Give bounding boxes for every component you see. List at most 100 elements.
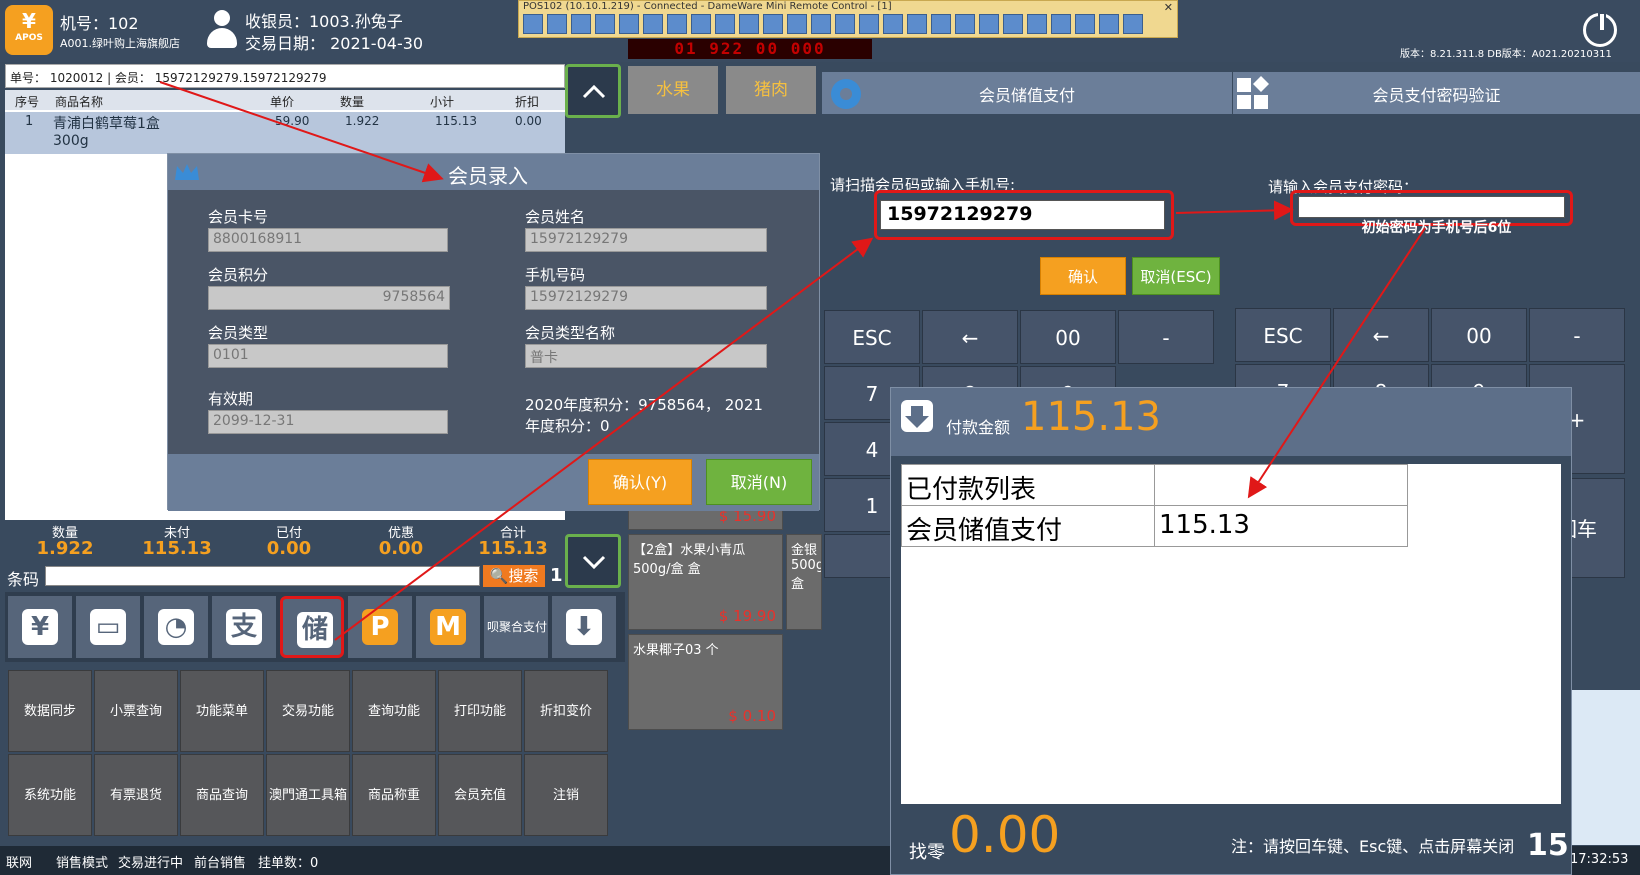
- key-00[interactable]: 00: [1431, 308, 1527, 362]
- payment-dialog: 付款金额 115.13 已付款列表 会员储值支付 115.13 找零 0.00 …: [890, 387, 1572, 875]
- remote-tool-icon[interactable]: [643, 14, 663, 34]
- p-pay-button[interactable]: P: [348, 596, 412, 658]
- logo-symbol: ¥: [22, 9, 36, 33]
- barcode-input[interactable]: [45, 566, 480, 586]
- status-front: 前台销售: [194, 856, 247, 871]
- remote-tool-icon[interactable]: [691, 14, 711, 34]
- fn-logout[interactable]: 注销: [524, 754, 608, 836]
- remote-tool-icon[interactable]: [1003, 14, 1023, 34]
- row-subtotal: 115.13: [435, 114, 477, 128]
- col-name: 商品名称: [55, 95, 104, 109]
- cancel-button[interactable]: 取消(N): [706, 459, 812, 505]
- stored-value-pay-button[interactable]: 储: [280, 596, 344, 658]
- cancel-button[interactable]: 取消(ESC): [1132, 257, 1220, 295]
- fn-weigh[interactable]: 商品称重: [352, 754, 436, 836]
- remote-tool-icon[interactable]: [715, 14, 735, 34]
- key-esc[interactable]: ESC: [824, 310, 920, 364]
- barcode-count: 1: [550, 565, 563, 586]
- fn-data-sync[interactable]: 数据同步: [8, 670, 92, 752]
- payment-header: 付款金额 115.13: [891, 388, 1571, 456]
- fn-query[interactable]: 查询功能: [352, 670, 436, 752]
- confirm-button[interactable]: 确认(Y): [588, 459, 692, 505]
- fn-trade[interactable]: 交易功能: [266, 670, 350, 752]
- remote-tool-icon[interactable]: [955, 14, 975, 34]
- p-pay-icon: P: [362, 609, 398, 645]
- fn-discount[interactable]: 折扣变价: [524, 670, 608, 752]
- type-field: 0101: [208, 344, 448, 368]
- status-time: 17:32:53: [1570, 852, 1629, 867]
- remote-tool-icon[interactable]: [1123, 14, 1143, 34]
- wechat-pay-button[interactable]: ◔: [144, 596, 208, 658]
- fn-product-query[interactable]: 商品查询: [180, 754, 264, 836]
- fn-print[interactable]: 打印功能: [438, 670, 522, 752]
- power-icon[interactable]: [1583, 12, 1617, 47]
- remote-tool-icon[interactable]: [1027, 14, 1047, 34]
- card-pay-button[interactable]: ▭: [76, 596, 140, 658]
- aggregate-pay-button[interactable]: 呗聚合支付: [484, 596, 548, 658]
- card-icon: ▭: [90, 609, 126, 645]
- remote-tool-icon[interactable]: [739, 14, 759, 34]
- table-row[interactable]: 1 青浦白鹤草莓1盒 300g 59.90 1.922 115.13 0.00: [5, 112, 565, 154]
- remote-tool-icon[interactable]: [763, 14, 783, 34]
- product-tile[interactable]: 【2盒】水果小青瓜 500g/盒 盒 $ 19.90: [628, 534, 783, 630]
- barcode-label: 条码: [7, 570, 40, 589]
- fn-return[interactable]: 有票退货: [94, 754, 178, 836]
- key-esc[interactable]: ESC: [1235, 308, 1331, 362]
- remote-tool-icon[interactable]: [907, 14, 927, 34]
- key-00[interactable]: 00: [1020, 310, 1116, 364]
- alipay-button[interactable]: 支: [212, 596, 276, 658]
- status-trade: 交易进行中: [118, 856, 184, 871]
- remote-tool-icon[interactable]: [979, 14, 999, 34]
- type-name-field: 普卡: [525, 344, 767, 368]
- key-backspace[interactable]: ←: [1333, 308, 1429, 362]
- phone-input[interactable]: 15972129279: [880, 200, 1165, 230]
- points-label: 会员积分: [208, 266, 269, 284]
- remote-tool-icon[interactable]: [811, 14, 831, 34]
- product-tile[interactable]: 水果椰子03 个 $ 0.10: [628, 634, 783, 730]
- download-arrow-icon: [901, 400, 933, 432]
- remote-tool-icon[interactable]: [1099, 14, 1119, 34]
- remote-tool-icon[interactable]: [859, 14, 879, 34]
- remote-tool-icon[interactable]: [523, 14, 543, 34]
- key-minus[interactable]: -: [1529, 308, 1625, 362]
- category-pork[interactable]: 猪肉: [726, 66, 816, 114]
- amount-label: 付款金额: [946, 418, 1011, 437]
- key-minus[interactable]: -: [1118, 310, 1214, 364]
- remote-tool-icon[interactable]: [931, 14, 951, 34]
- remote-tool-icon[interactable]: [883, 14, 903, 34]
- remote-tool-icon[interactable]: [1051, 14, 1071, 34]
- remote-tool-icon[interactable]: [787, 14, 807, 34]
- fn-member-topup[interactable]: 会员充值: [438, 754, 522, 836]
- stored-value-icon: 储: [297, 612, 333, 648]
- product-tile[interactable]: 金银 500g 盒: [786, 534, 822, 630]
- remote-tool-icon[interactable]: [619, 14, 639, 34]
- fn-receipt-query[interactable]: 小票查询: [94, 670, 178, 752]
- confirm-button[interactable]: 确认: [1040, 257, 1126, 295]
- change-label: 找零: [909, 842, 945, 863]
- scroll-down-button[interactable]: [565, 534, 621, 588]
- password-input[interactable]: [1298, 196, 1565, 218]
- search-label: 搜索: [508, 567, 539, 585]
- more-pay-button[interactable]: ⬇: [552, 596, 616, 658]
- phone-label: 手机号码: [525, 266, 586, 284]
- fn-menu[interactable]: 功能菜单: [180, 670, 264, 752]
- type-label: 会员类型: [208, 324, 269, 342]
- remote-tool-icon[interactable]: [667, 14, 687, 34]
- category-fruit[interactable]: 水果: [628, 66, 718, 114]
- remote-title: POS102 (10.10.1.219) - Connected - DameW…: [523, 1, 892, 12]
- remote-tool-icon[interactable]: [547, 14, 567, 34]
- remote-tool-icon[interactable]: [835, 14, 855, 34]
- remote-close-icon[interactable]: ✕: [1164, 1, 1173, 14]
- dialog-titlebar: 会员录入: [168, 154, 819, 190]
- remote-tool-icon[interactable]: [595, 14, 615, 34]
- remote-tool-icon[interactable]: [571, 14, 591, 34]
- totals-bar: 数量 1.922 未付 115.13 已付 0.00 优惠 0.00 合计 11…: [5, 520, 565, 562]
- macau-pass-button[interactable]: M: [416, 596, 480, 658]
- cash-pay-button[interactable]: ¥: [8, 596, 72, 658]
- fn-system[interactable]: 系统功能: [8, 754, 92, 836]
- key-backspace[interactable]: ←: [922, 310, 1018, 364]
- scroll-up-button[interactable]: [565, 64, 621, 118]
- remote-tool-icon[interactable]: [1075, 14, 1095, 34]
- search-button[interactable]: 🔍搜索: [483, 565, 545, 587]
- fn-macau-toolbox[interactable]: 澳門通工具箱: [266, 754, 350, 836]
